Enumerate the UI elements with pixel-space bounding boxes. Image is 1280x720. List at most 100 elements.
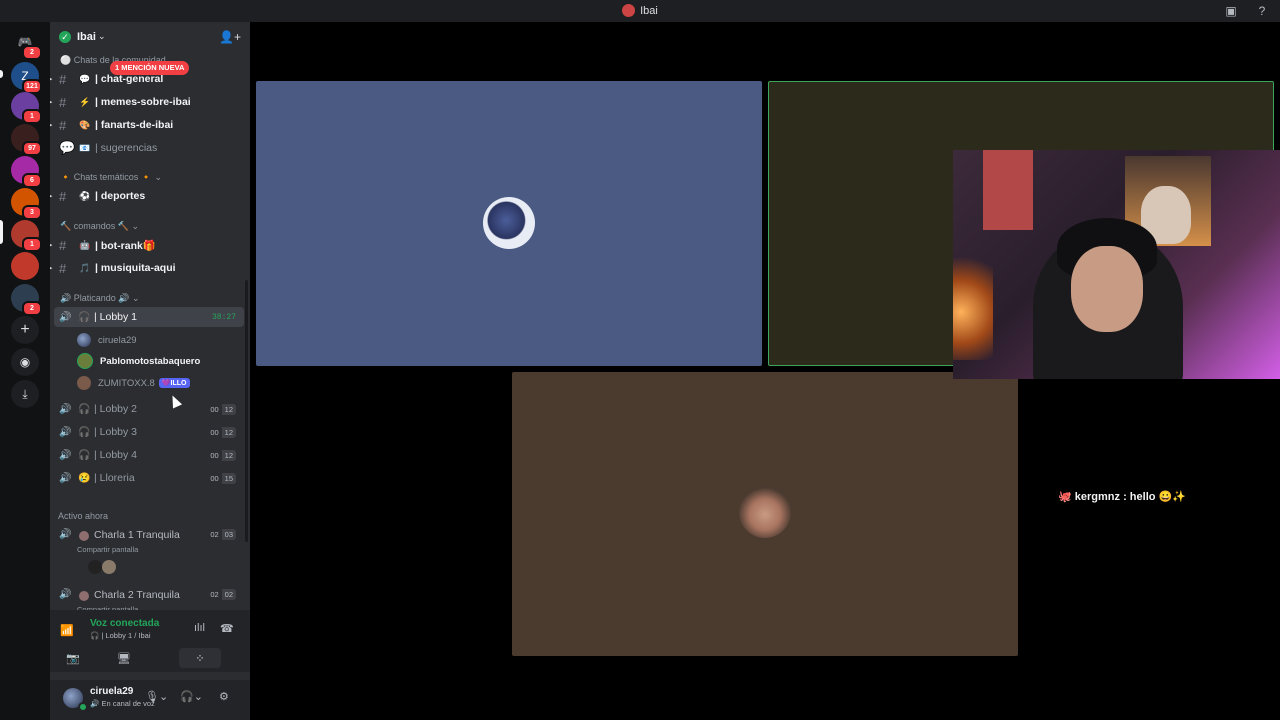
microphone-icon[interactable]: 🎙⌄ (145, 690, 168, 703)
disconnect-icon[interactable]: ☎ (220, 622, 234, 635)
discover-icon[interactable]: ◉ (11, 348, 39, 376)
server-icon[interactable]: 1 (11, 92, 42, 124)
headphones-icon[interactable]: 🎧⌄ (180, 690, 203, 703)
server-icon[interactable] (11, 252, 39, 280)
category-platicando[interactable]: 🔊 Platicando 🔊 ⌄ (60, 293, 140, 304)
headphones-icon: 🎧 (78, 311, 91, 323)
voice-channel-label: | Lloreria (94, 472, 135, 484)
user-panel: ciruela29 🔊 En canal de voz 🎙⌄ 🎧⌄ ⚙ (50, 680, 250, 720)
invite-icon[interactable]: 👤+ (219, 30, 241, 44)
inbox-icon[interactable]: ▣ (1224, 4, 1238, 18)
window-title: Ibai (0, 4, 1280, 17)
channel-deportes[interactable]: ▶ # ⚽ | deportes (50, 186, 250, 206)
voice-location: 🎧 | Lobby 1 / Ibai (90, 631, 151, 640)
webcam-face (1071, 246, 1143, 332)
server-icon[interactable]: 3 (11, 188, 42, 220)
channel-emoji: 🤖 (79, 239, 91, 250)
category-comandos[interactable]: 🔨 comandos 🔨 ⌄ (60, 221, 139, 232)
channel-emoji: 🎵 (79, 262, 91, 273)
channel-musiquita[interactable]: ▶ # 🎵 | musiquita-aqui (50, 258, 250, 278)
user-count: 00 12 (207, 403, 236, 415)
signal-icon: 📶 (60, 625, 74, 637)
voice-channel-label: | Lobby 1 (94, 311, 138, 323)
channel-fanarts[interactable]: ▶ # 🎨 | fanarts-de-ibai (50, 115, 250, 135)
mention-badge[interactable]: 1 MENCIÓN NUEVA (110, 61, 190, 75)
hash-icon: # (59, 71, 67, 87)
server-list: 🎮 2 Z 121 1 97 6 3 1 2 + ◉ ⤓ (0, 22, 50, 720)
unread-indicator: ▶ (50, 98, 52, 106)
channel-emoji: ⚽ (79, 190, 91, 201)
active-channel-charla-1[interactable]: 🔊 Charla 1 Tranquila Compartir pantalla … (54, 525, 244, 554)
speaker-icon: 🔊 (59, 589, 72, 600)
home-button[interactable]: 🎮 2 (11, 28, 42, 60)
unread-indicator: ▶ (50, 75, 52, 83)
channel-sidebar: ✓ Ibai ⌄ 👤+ ⚪ Chats de la comunidad 1 ME… (50, 22, 250, 720)
unread-indicator: ▶ (50, 241, 52, 249)
active-channel-charla-2[interactable]: 🔊 Charla 2 Tranquila Compartir pantalla … (54, 585, 244, 614)
voice-channel-lloreria[interactable]: 🔊 😢 | Lloreria 00 15 (54, 468, 244, 488)
voice-connection-panel: 📶 Voz conectada 🎧 | Lobby 1 / Ibai ılıl … (50, 610, 250, 672)
headphones-icon: 🎧 (78, 403, 91, 415)
chevron-down-icon: ⌄ (98, 31, 106, 41)
chat-badge-icon: 🐙 (1058, 491, 1075, 503)
speaker-icon: 🔊 (59, 403, 72, 415)
sidebar-scrollbar[interactable] (245, 280, 248, 542)
channel-sugerencias[interactable]: 💬 📧 | sugerencias (50, 138, 250, 158)
server-icon[interactable]: 97 (11, 124, 42, 156)
channel-emoji: 🎨 (79, 119, 91, 130)
server-badge: 2 (22, 301, 42, 316)
server-badge: 97 (22, 141, 42, 156)
avatar (483, 197, 535, 249)
webcam-lamp (953, 240, 993, 360)
voice-member[interactable]: ciruela29 (77, 331, 137, 349)
avatar (77, 333, 91, 347)
server-icon[interactable]: 6 (11, 156, 42, 188)
video-tile[interactable] (256, 81, 762, 366)
call-timer: 38:27 (211, 312, 236, 322)
webcam-poster (983, 150, 1033, 230)
video-tile[interactable] (512, 372, 1018, 656)
server-badge: 3 (22, 205, 42, 220)
user-name[interactable]: ciruela29 (90, 686, 133, 697)
camera-off-button[interactable]: 📷 (52, 648, 94, 668)
avatar (77, 376, 91, 390)
crying-emoji-icon: 😢 (78, 472, 91, 484)
voice-channel-lobby-4[interactable]: 🔊 🎧 | Lobby 4 00 12 (54, 445, 244, 465)
add-server-icon[interactable]: + (11, 316, 39, 344)
user-count: 02 02 (207, 589, 236, 600)
avatar (88, 560, 102, 574)
activities-button[interactable]: ⁘ (179, 648, 221, 668)
unread-indicator: ▶ (50, 192, 52, 200)
help-icon[interactable]: ? (1255, 4, 1269, 18)
voice-channel-lobby-3[interactable]: 🔊 🎧 | Lobby 3 00 12 (54, 422, 244, 442)
screen-share-button[interactable]: 🖥 (103, 648, 145, 668)
server-indicator (0, 70, 3, 78)
unread-indicator: ▶ (50, 264, 52, 272)
channel-label: | musiquita-aqui (95, 262, 176, 274)
channel-emoji-icon (79, 531, 89, 541)
noise-suppression-icon[interactable]: ılıl (194, 622, 205, 634)
channel-memes[interactable]: ▶ # ⚡ | memes-sobre-ibai (50, 92, 250, 112)
server-badge: 2 (22, 45, 42, 60)
voice-channel-lobby-2[interactable]: 🔊 🎧 | Lobby 2 00 12 (54, 399, 244, 419)
download-icon[interactable]: ⤓ (11, 380, 39, 408)
channel-bot-rank[interactable]: ▶ # 🤖 | bot-rank🎁 (50, 235, 250, 255)
settings-gear-icon[interactable]: ⚙ (219, 690, 229, 703)
category-tematicos[interactable]: 🔸 Chats temáticos 🔸 ⌄ (60, 172, 162, 183)
active-channel-label: Charla 1 Tranquila (94, 529, 180, 541)
title-avatar (622, 4, 636, 17)
voice-channel-lobby-1[interactable]: 🔊 🎧 | Lobby 1 38:27 (54, 307, 244, 327)
channel-emoji-icon (79, 591, 89, 601)
server-icon[interactable]: 2 (11, 284, 42, 316)
voice-member[interactable]: ZUMITOXX.8 💜ILLO (77, 374, 190, 392)
speaker-icon: 🔊 (59, 529, 72, 540)
guild-header[interactable]: ✓ Ibai ⌄ 👤+ (50, 22, 250, 54)
voice-member[interactable]: Pablomotostabaquero (77, 352, 200, 370)
channel-label: | sugerencias (95, 142, 158, 154)
server-icon-active[interactable]: 1 (11, 220, 42, 252)
server-icon[interactable]: Z 121 (11, 62, 42, 94)
headphones-icon: 🎧 (78, 426, 91, 438)
member-name: ZUMITOXX.8 (98, 377, 155, 389)
voice-status[interactable]: Voz conectada (90, 618, 159, 629)
server-indicator-active (0, 220, 3, 244)
